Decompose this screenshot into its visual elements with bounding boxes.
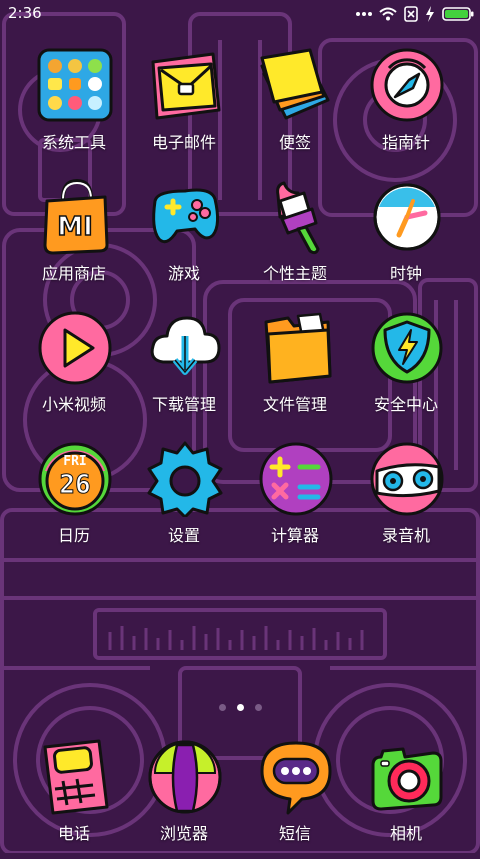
app-calculator[interactable]: 计算器 <box>240 441 350 561</box>
calendar-day: 26 <box>59 470 90 500</box>
gamepad-icon <box>147 179 223 255</box>
status-bar: 2:36 <box>0 0 480 28</box>
paint-brush-icon <box>258 179 334 255</box>
dock-camera[interactable]: 相机 <box>351 739 461 859</box>
app-mi-video[interactable]: 小米视频 <box>19 310 129 430</box>
dock-messages[interactable]: 短信 <box>240 739 350 859</box>
file-folder-icon <box>258 310 334 386</box>
app-label: 游戏 <box>167 264 200 283</box>
app-clock[interactable]: 时钟 <box>351 179 461 299</box>
app-label: 文件管理 <box>262 395 327 414</box>
shield-icon <box>369 310 445 386</box>
app-security[interactable]: 安全中心 <box>351 310 461 430</box>
app-label: 应用商店 <box>41 264 106 283</box>
app-app-store[interactable]: MI 应用商店 <box>19 178 129 299</box>
app-label: 便签 <box>278 133 311 152</box>
app-label: 相机 <box>389 824 422 843</box>
app-compass[interactable]: 指南针 <box>351 48 461 168</box>
play-icon <box>37 310 113 386</box>
dots-icon <box>356 12 372 16</box>
compass-icon <box>369 48 445 124</box>
download-cloud-icon <box>147 310 223 386</box>
phone-icon <box>37 739 113 815</box>
battery-icon <box>442 7 474 21</box>
app-settings[interactable]: 设置 <box>129 441 239 561</box>
app-label: 设置 <box>167 526 200 545</box>
app-label: 下载管理 <box>151 395 216 414</box>
app-recorder[interactable]: 录音机 <box>351 441 461 561</box>
status-time: 2:36 <box>8 4 42 22</box>
app-label: 电话 <box>57 824 90 843</box>
calculator-icon <box>258 441 334 517</box>
app-system-tools[interactable]: 系统工具 <box>19 48 129 168</box>
dock-phone[interactable]: 电话 <box>19 739 129 859</box>
app-calendar[interactable]: FRI 26 日历 <box>19 441 129 561</box>
no-sim-icon <box>404 6 418 22</box>
app-label: 指南针 <box>381 133 430 152</box>
folder-icon <box>37 48 113 124</box>
app-file-manager[interactable]: 文件管理 <box>240 310 350 430</box>
wifi-icon <box>379 7 397 21</box>
page-dot[interactable] <box>254 703 262 711</box>
app-label: 电子邮件 <box>151 133 216 152</box>
app-store-icon-text: MI <box>57 212 93 242</box>
app-themes[interactable]: 个性主题 <box>240 179 350 299</box>
app-label: 计算器 <box>270 526 319 545</box>
app-label: 个性主题 <box>262 264 327 283</box>
browser-icon <box>147 739 223 815</box>
dock-browser[interactable]: 浏览器 <box>129 739 239 859</box>
notes-icon <box>258 48 334 124</box>
app-label: 小米视频 <box>41 395 106 414</box>
charging-icon <box>426 6 434 22</box>
camera-icon <box>369 739 445 815</box>
status-icons <box>356 5 474 23</box>
gear-icon <box>147 441 223 519</box>
app-label: 安全中心 <box>373 395 438 414</box>
calendar-weekday: FRI <box>63 454 86 469</box>
app-downloads[interactable]: 下载管理 <box>129 310 239 430</box>
app-label: 浏览器 <box>159 824 208 843</box>
recorder-icon <box>369 441 445 517</box>
app-label: 日历 <box>57 526 90 545</box>
page-indicator[interactable] <box>214 702 266 712</box>
app-email[interactable]: 电子邮件 <box>129 48 239 168</box>
calendar-icon: FRI 26 <box>37 441 113 517</box>
app-notes[interactable]: 便签 <box>240 48 350 168</box>
message-icon <box>258 739 334 815</box>
page-dot-active[interactable] <box>236 703 244 711</box>
app-label: 时钟 <box>389 264 422 283</box>
app-games[interactable]: 游戏 <box>129 179 239 299</box>
app-label: 系统工具 <box>41 133 106 152</box>
page-dot[interactable] <box>218 703 226 711</box>
clock-icon <box>369 179 445 255</box>
mail-icon <box>147 48 223 124</box>
app-store-icon: MI <box>37 178 113 255</box>
app-label: 录音机 <box>381 526 430 545</box>
app-label: 短信 <box>278 824 311 843</box>
